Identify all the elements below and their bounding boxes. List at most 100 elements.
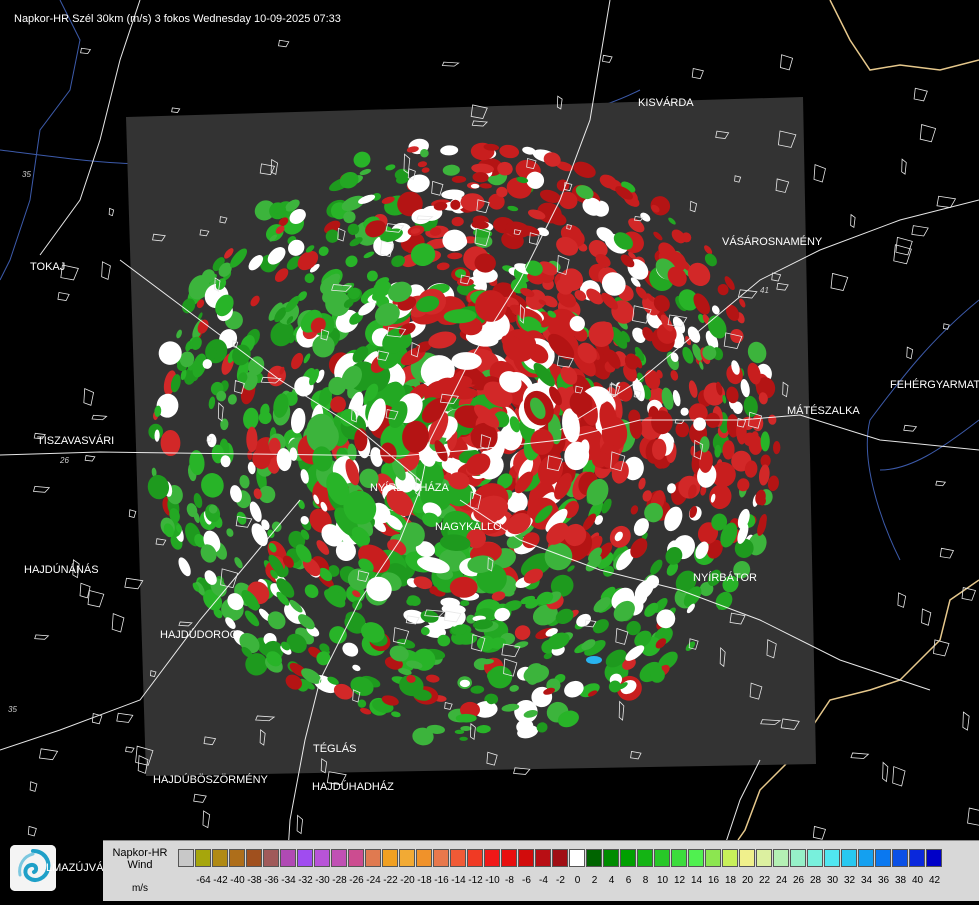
legend-swatch [552, 849, 568, 867]
radar-echo [459, 679, 470, 688]
legend-tick-label: 38 [894, 875, 907, 886]
city-label-nyirbator: NYÍRBÁTOR [693, 572, 757, 584]
legend-swatch [637, 849, 653, 867]
legend-tick-label: -30 [315, 875, 330, 886]
city-label-mateszalka: MÁTÉSZALKA [787, 405, 860, 417]
radar-echo [459, 736, 468, 741]
radar-echo [449, 576, 478, 598]
settlement-outline [906, 346, 914, 360]
legend-tick-label: 12 [673, 875, 686, 886]
legend-swatch [756, 849, 772, 867]
legend-tick-label: 18 [724, 875, 737, 886]
legend-tick-label: 32 [843, 875, 856, 886]
legend-swatch [467, 849, 483, 867]
road-number-label: 26 [60, 456, 69, 465]
legend-tick-label: 28 [809, 875, 822, 886]
legend-swatch [620, 849, 636, 867]
settlement-outline [967, 807, 979, 826]
radar-echo [246, 426, 258, 453]
settlement-outline [936, 195, 957, 208]
legend-tick-label: 6 [625, 875, 632, 886]
legend-tick-label: 20 [741, 875, 754, 886]
settlement-outline [108, 207, 115, 217]
radar-map [0, 0, 979, 901]
settlement-outline [882, 761, 889, 783]
settlement-outline [962, 711, 970, 731]
city-label-kisvarda: KISVÁRDA [638, 97, 694, 109]
river-szamos [866, 299, 979, 561]
legend-tick-label: -26 [349, 875, 364, 886]
settlement-outline [27, 825, 37, 837]
settlement-outline [903, 424, 918, 432]
legend-tick-label: -34 [281, 875, 296, 886]
legend-swatch [331, 849, 347, 867]
legend-tick-label: -32 [298, 875, 313, 886]
settlement-outline [830, 272, 849, 291]
legend-swatch [195, 849, 211, 867]
settlement-outline [911, 225, 929, 237]
settlement-outline [29, 781, 38, 792]
city-label-tokaj: TOKAJ [30, 261, 66, 273]
legend-tick-label: -64 [196, 875, 211, 886]
radar-echo [460, 600, 470, 607]
legend-tick-label: -12 [468, 875, 483, 886]
legend-swatch [858, 849, 874, 867]
legend-swatch [807, 849, 823, 867]
road-number-label: 35 [22, 170, 31, 179]
settlement-outline [895, 236, 913, 256]
legend-swatch [739, 849, 755, 867]
legend-swatch [518, 849, 534, 867]
legend-tick-label: -6 [522, 875, 531, 886]
legend-tick-label: -28 [332, 875, 347, 886]
legend-swatch [382, 849, 398, 867]
legend-swatch [569, 849, 585, 867]
legend-swatch [773, 849, 789, 867]
legend-tick-label: -20 [400, 875, 415, 886]
legend-tick-labels: -64 -42 -40 -38 -36 -34 -32 -30 -28 -26 -24 -22 -20-… [178, 875, 978, 889]
legend-tick-label: -40 [230, 875, 245, 886]
settlement-outline [57, 292, 70, 301]
legend-tick-label: -14 [451, 875, 466, 886]
city-label-hajdudorog: HAJDÚDOROG [160, 629, 239, 641]
radar-echo [586, 656, 602, 664]
legend-tick-label: 22 [758, 875, 771, 886]
legend-swatch [399, 849, 415, 867]
radar-echo [760, 431, 770, 452]
legend-swatch [433, 849, 449, 867]
legend-swatch [416, 849, 432, 867]
city-label-tiszavasvari: TISZAVASVÁRI [37, 435, 115, 447]
legend-tick-label: -36 [264, 875, 279, 886]
settlement-outline [935, 480, 947, 487]
legend-swatch [875, 849, 891, 867]
legend-tick-label: -18 [417, 875, 432, 886]
settlement-outline [111, 613, 125, 633]
settlement-outline [441, 61, 460, 67]
settlement-outline [193, 793, 207, 803]
legend-swatch [178, 849, 194, 867]
settlement-outline [296, 814, 304, 835]
settlement-outline [91, 414, 108, 421]
city-label-hajduhadhaz: HAJDÚHADHÁZ [312, 781, 394, 793]
settlement-outline [116, 712, 134, 723]
map-title: Napkor-HR Szél 30km (m/s) 3 fokos Wednes… [14, 13, 341, 25]
radar-map-svg [0, 0, 979, 901]
legend-swatch [212, 849, 228, 867]
settlement-outline [780, 54, 794, 71]
settlement-outline [128, 509, 137, 518]
legend-swatch [297, 849, 313, 867]
settlement-outline [892, 765, 906, 787]
settlement-outline [921, 608, 932, 626]
legend-swatch [246, 849, 262, 867]
settlement-outline [39, 748, 59, 761]
city-label-hajdunanas: HAJDÚNÁNÁS [24, 564, 99, 576]
settlement-outline [80, 47, 92, 55]
legend-tick-label: 14 [690, 875, 703, 886]
legend-tick-label: 8 [642, 875, 649, 886]
legend-tick-label: -24 [366, 875, 381, 886]
legend-tick-label: -22 [383, 875, 398, 886]
legend-swatch [722, 849, 738, 867]
legend-tick-label: -16 [434, 875, 449, 886]
legend-tick-label: 30 [826, 875, 839, 886]
settlement-outline [901, 158, 907, 175]
legend-tick-label: 26 [792, 875, 805, 886]
